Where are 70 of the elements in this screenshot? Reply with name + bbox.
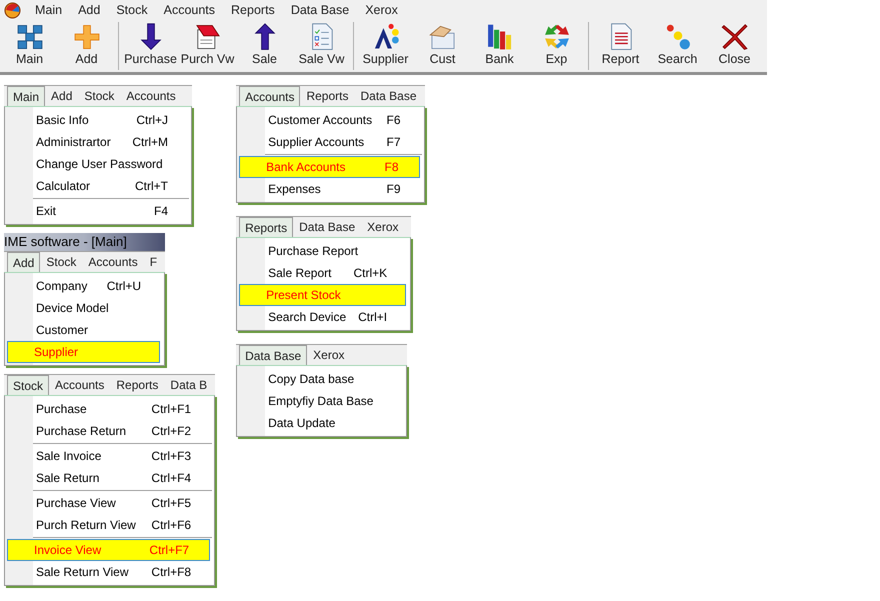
- menu-item[interactable]: Stock: [40, 252, 82, 272]
- menu-item[interactable]: Stock: [7, 375, 50, 395]
- menu-entry[interactable]: Bank Accounts F8: [239, 156, 420, 178]
- menu-entry[interactable]: Purch Return View Ctrl+F6: [5, 514, 212, 536]
- toolbar-button[interactable]: Search: [649, 22, 706, 70]
- menu-entry[interactable]: Supplier: [7, 341, 160, 363]
- menu-entry[interactable]: Invoice View Ctrl+F7: [7, 539, 210, 561]
- menu-item[interactable]: F: [144, 252, 164, 272]
- menu-item[interactable]: Reports: [239, 217, 294, 237]
- menu-item[interactable]: Xerox: [361, 217, 405, 237]
- menu-item[interactable]: Data B: [164, 375, 214, 395]
- window-title: IME software - [Main]: [4, 233, 127, 252]
- menu-entry[interactable]: Expenses F9: [237, 178, 422, 200]
- menu-entry[interactable]: Purchase View Ctrl+F5: [5, 492, 212, 514]
- menu-item[interactable]: Add: [45, 86, 78, 106]
- toolbar-button[interactable]: Bank: [471, 22, 528, 70]
- menu-item[interactable]: Data Base: [354, 86, 423, 106]
- menu-item[interactable]: Accounts: [120, 86, 182, 106]
- menu-entry[interactable]: Emptyfiy Data Base: [237, 390, 404, 412]
- toolbar-button[interactable]: Exp: [528, 22, 585, 70]
- menu-item[interactable]: Accounts: [82, 252, 144, 272]
- menu-item[interactable]: Xerox: [307, 345, 350, 365]
- menu-entry[interactable]: Company Ctrl+U: [5, 275, 162, 297]
- menu-entry[interactable]: Present Stock: [239, 284, 406, 306]
- menu-item[interactable]: Stock: [78, 86, 120, 106]
- menu-entry[interactable]: Change User Password: [5, 153, 189, 175]
- menu-entry[interactable]: Copy Data base: [237, 368, 404, 390]
- menu-item[interactable]: Xerox: [357, 0, 406, 20]
- menu-item[interactable]: Main: [27, 0, 70, 20]
- menu-item[interactable]: Reports: [300, 86, 354, 106]
- menu-entry[interactable]: Purchase Return Ctrl+F2: [5, 420, 212, 442]
- menu-item[interactable]: Accounts: [49, 375, 110, 395]
- menu-item[interactable]: Data Base: [282, 0, 358, 20]
- toolbar-button[interactable]: Close: [706, 22, 763, 70]
- menu-item[interactable]: Add: [70, 0, 108, 20]
- toolbar-button[interactable]: Purchase: [122, 22, 179, 70]
- menu-item[interactable]: Reports: [110, 375, 164, 395]
- menu-item[interactable]: Data Base: [239, 345, 308, 365]
- toolbar-button[interactable]: Sale: [236, 22, 293, 70]
- menu-entry[interactable]: Exit F4: [5, 200, 189, 222]
- menu-item[interactable]: Reports: [223, 0, 283, 20]
- toolbar-button[interactable]: Purch Vw: [179, 22, 236, 70]
- menu-item[interactable]: Add: [7, 252, 40, 272]
- menu-entry[interactable]: Sale Report Ctrl+K: [237, 262, 408, 284]
- menu-entry[interactable]: Data Update: [237, 412, 404, 434]
- menu-item[interactable]: Data Base: [293, 217, 362, 237]
- app-logo-icon: [4, 2, 21, 18]
- menu-entry[interactable]: Calculator Ctrl+T: [5, 175, 189, 197]
- menu-entry[interactable]: Sale Return View Ctrl+F8: [5, 561, 212, 583]
- toolbar-button[interactable]: Cust: [414, 22, 471, 70]
- menu-entry[interactable]: Customer: [5, 319, 162, 341]
- menu-entry[interactable]: Purchase Ctrl+F1: [5, 398, 212, 420]
- menu-entry[interactable]: Purchase Report: [237, 240, 408, 262]
- menu-item[interactable]: Accounts: [239, 86, 300, 106]
- menu-entry[interactable]: Search Device Ctrl+I: [237, 306, 408, 328]
- toolbar-button[interactable]: Main: [1, 22, 58, 70]
- menu-item[interactable]: Stock: [108, 0, 156, 20]
- menu-item[interactable]: Accounts: [156, 0, 224, 20]
- menu-entry[interactable]: Sale Invoice Ctrl+F3: [5, 445, 212, 467]
- menu-item[interactable]: Main: [7, 86, 46, 106]
- toolbar-button[interactable]: Report: [592, 22, 649, 70]
- menu-entry[interactable]: Sale Return Ctrl+F4: [5, 467, 212, 489]
- toolbar-button[interactable]: Add: [58, 22, 115, 70]
- menu-entry[interactable]: Basic Info Ctrl+J: [5, 109, 189, 131]
- toolbar-button[interactable]: Supplier: [357, 22, 414, 70]
- menu-entry[interactable]: Supplier Accounts F7: [237, 131, 422, 153]
- toolbar-button[interactable]: Sale Vw: [293, 22, 350, 70]
- menu-entry[interactable]: Device Model: [5, 297, 162, 319]
- menu-entry[interactable]: Administrartor Ctrl+M: [5, 131, 189, 153]
- menu-entry[interactable]: Customer Accounts F6: [237, 109, 422, 131]
